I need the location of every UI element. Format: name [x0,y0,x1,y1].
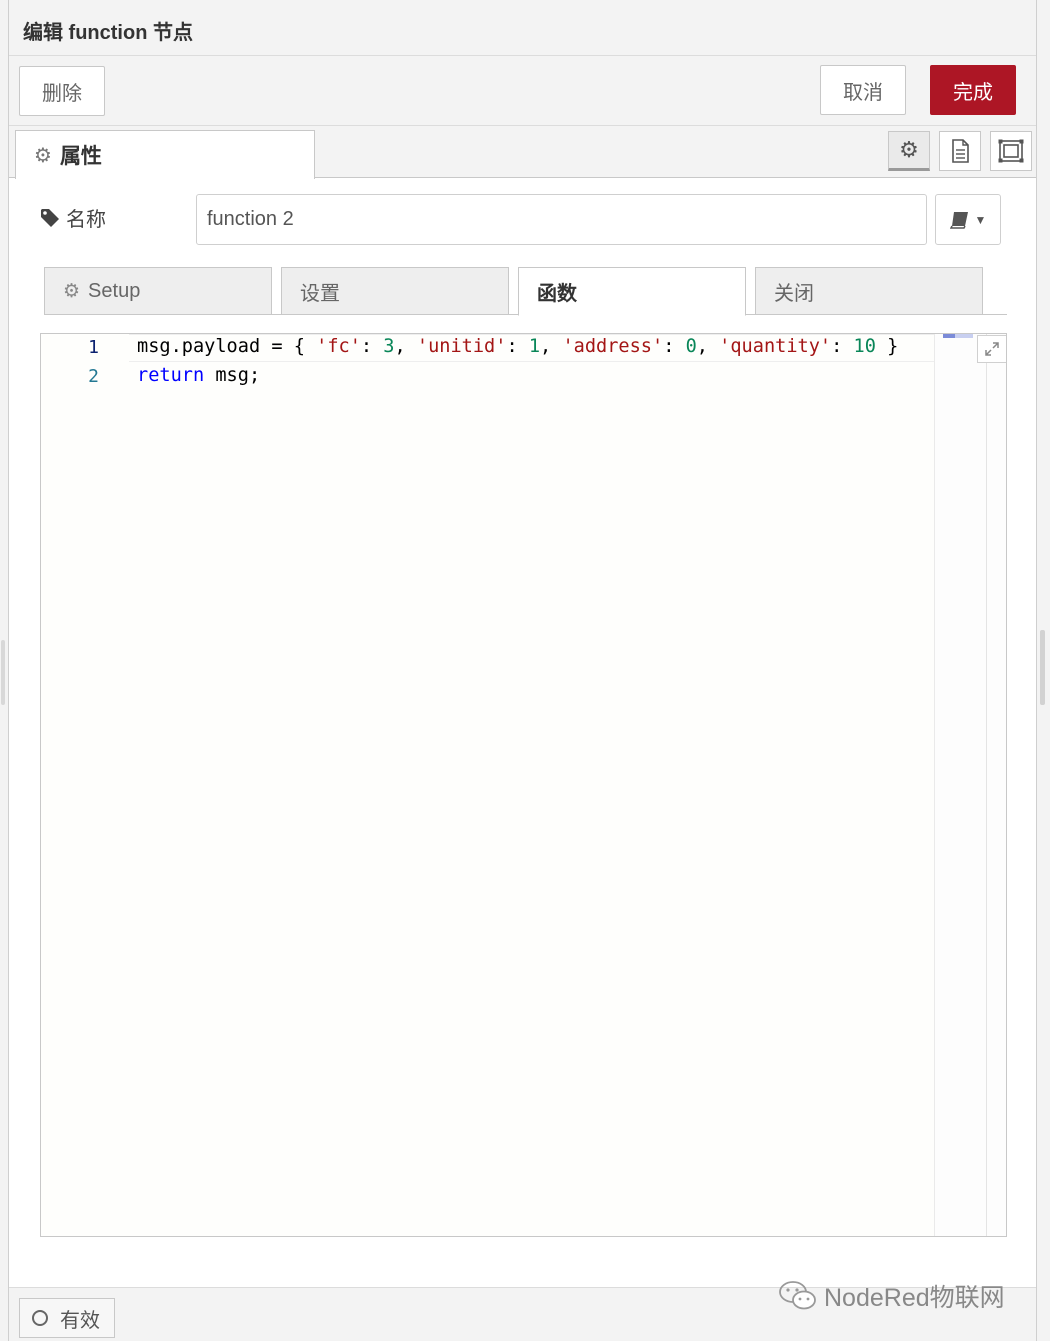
circle-icon [32,1310,48,1326]
tab-description-icon-button[interactable] [939,131,981,171]
document-icon [952,139,969,163]
tab-on-start-label: 设置 [300,282,340,305]
code-number: 0 [685,336,697,357]
watermark-text: NodeRed物联网 [824,1284,1005,1312]
code-keyword: return [137,365,205,386]
tray-header: 编辑 function 节点 [9,0,1036,56]
code-token: : [663,336,686,357]
code-token: , [394,336,417,357]
code-token: msg; [204,365,261,386]
tray-toolbar: 删除 取消 完成 [9,56,1036,126]
code-token: , [540,336,563,357]
code-token: : [506,336,529,357]
code-number: 1 [528,336,541,357]
editor-gutter: 1 2 [41,334,129,1236]
code-number: 10 [853,336,876,357]
code-string: 'fc' [316,336,361,357]
wechat-icon [779,1281,816,1310]
tab-on-stop[interactable]: 关闭 [755,267,983,315]
cancel-button[interactable]: 取消 [820,65,906,115]
library-button[interactable]: ▼ [935,194,1001,245]
delete-button[interactable]: 删除 [19,66,105,116]
page-scrollbar-thumb[interactable] [1040,630,1045,705]
tab-on-start[interactable]: 设置 [281,267,509,315]
code-token: msg.payload = { [137,336,317,357]
code-string: 'quantity' [719,336,832,357]
code-string: 'address' [562,336,664,357]
page-title: 编辑 function 节点 [23,22,193,44]
book-icon [949,211,968,229]
expand-icon [985,342,999,356]
name-label-text: 名称 [66,209,106,231]
enable-toggle-button[interactable]: 有效 [19,1298,115,1338]
editor-scrollbar[interactable] [986,334,1006,1236]
watermark: NodeRed物联网 [778,1278,1005,1314]
code-number: 3 [383,336,395,357]
code-token: } [875,336,899,357]
tab-function-label: 函数 [537,283,577,305]
tab-function[interactable]: 函数 [518,267,746,316]
name-label: 名称 [40,203,106,232]
tab-settings-icon-button[interactable]: ⚙ [888,131,930,171]
done-button[interactable]: 完成 [930,65,1016,115]
code-line[interactable]: return msg; [137,365,260,386]
tray-tabbar: ⚙ 属性 ⚙ [9,126,1036,179]
code-token: : [831,336,854,357]
tab-properties[interactable]: ⚙ 属性 [15,130,315,179]
tab-on-stop-label: 关闭 [774,282,814,305]
code-line[interactable]: msg.payload = { 'fc': 3, 'unitid': 1, 'a… [137,336,898,357]
tab-setup[interactable]: ⚙ Setup [44,267,272,315]
properties-panel: 名称 function 2 ▼ ⚙ Setup 设置 函数 关闭 1 2 msg… [9,179,1036,1287]
minimap-preview [943,334,973,338]
code-token: : [360,336,384,357]
function-subtabs: ⚙ Setup 设置 函数 关闭 [44,267,1007,316]
editor-minimap[interactable] [934,334,986,1236]
tab-appearance-icon-button[interactable] [990,131,1032,171]
tab-properties-label: 属性 [59,145,102,168]
line-number: 2 [88,366,99,387]
line-number: 1 [88,337,99,358]
code-token: , [696,336,720,357]
tab-setup-label: Setup [88,279,141,302]
expand-editor-button[interactable] [977,335,1006,363]
code-string: 'unitid' [416,336,507,357]
tag-icon [41,208,59,227]
code-editor[interactable]: 1 2 msg.payload = { 'fc': 3, 'unitid': 1… [40,333,1007,1237]
gear-icon: ⚙ [34,144,52,167]
enable-toggle-label: 有效 [60,1309,100,1332]
chevron-down-icon: ▼ [974,212,987,227]
left-resize-handle[interactable] [1,640,5,705]
gear-icon: ⚙ [63,280,81,302]
gear-icon: ⚙ [899,137,919,162]
frame-icon [998,139,1024,163]
name-input[interactable]: function 2 [196,194,927,245]
